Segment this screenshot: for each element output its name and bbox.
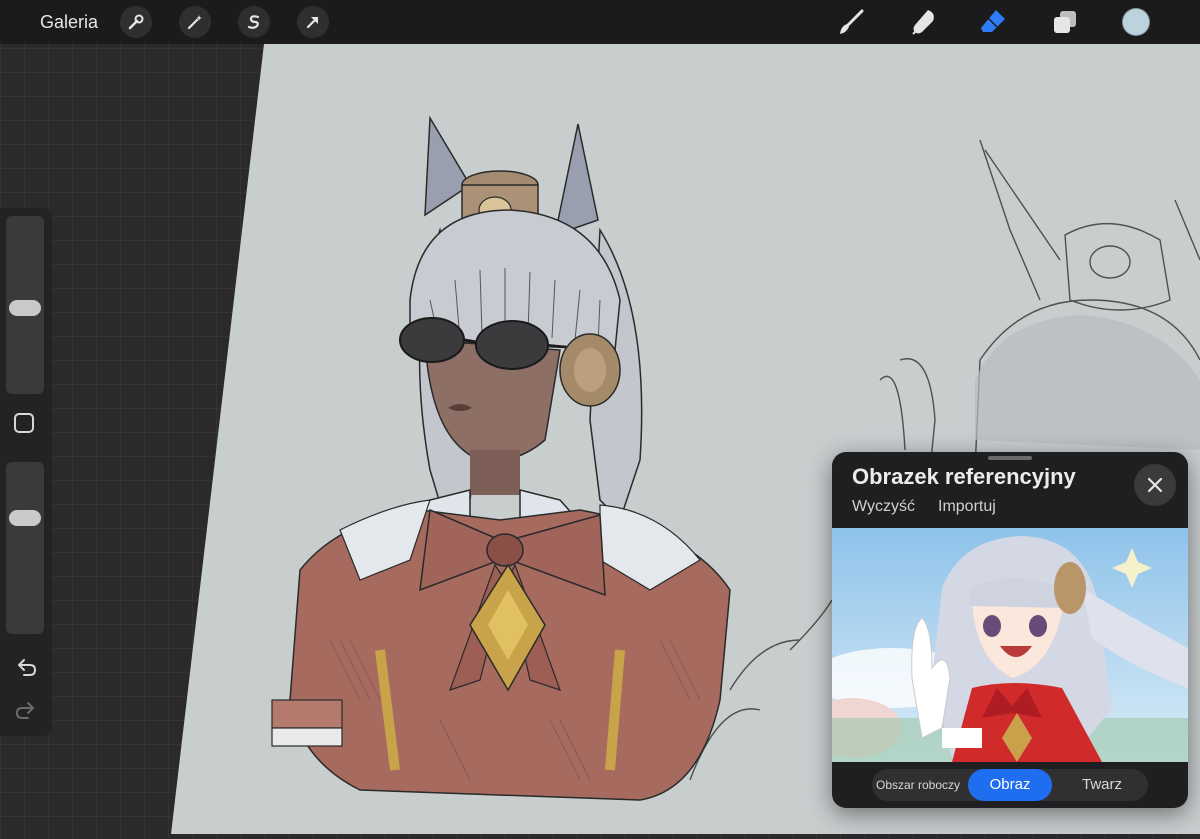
- opacity-thumb[interactable]: [9, 510, 41, 527]
- segment-image[interactable]: Obraz: [968, 769, 1052, 801]
- segment-canvas[interactable]: Obszar roboczy: [872, 769, 964, 801]
- adjustments-button[interactable]: [179, 6, 211, 38]
- layers-icon: [1054, 11, 1076, 33]
- close-button[interactable]: [1134, 464, 1176, 506]
- redo-icon[interactable]: [14, 698, 38, 722]
- brush-tool[interactable]: [834, 5, 868, 39]
- eraser-tool[interactable]: [976, 5, 1010, 39]
- eraser-icon: [981, 10, 1005, 32]
- top-toolbar: Galeria: [0, 0, 1200, 44]
- wrench-icon: [128, 14, 144, 30]
- brush-icon: [840, 9, 864, 34]
- left-sidebar: [0, 208, 52, 736]
- smudge-icon: [912, 10, 934, 35]
- panel-title: Obrazek referencyjny: [852, 464, 1076, 489]
- close-icon: [1147, 477, 1163, 493]
- panel-drag-handle[interactable]: [988, 456, 1032, 460]
- modify-square-icon[interactable]: [14, 413, 34, 433]
- opacity-slider[interactable]: [6, 462, 44, 634]
- magic-wand-icon: [187, 15, 202, 30]
- selection-button[interactable]: [238, 6, 270, 38]
- smudge-tool[interactable]: [906, 5, 940, 39]
- brush-size-slider[interactable]: [6, 216, 44, 394]
- actions-button[interactable]: [120, 6, 152, 38]
- undo-icon[interactable]: [14, 655, 38, 679]
- layers-button[interactable]: [1048, 5, 1082, 39]
- reference-image: [832, 528, 1188, 762]
- transform-arrow-icon: [306, 16, 319, 29]
- import-button[interactable]: Importuj: [938, 498, 996, 516]
- segment-face[interactable]: Twarz: [1056, 769, 1148, 801]
- reference-image-panel[interactable]: Obrazek referencyjny Wyczyść Importuj Ob…: [832, 452, 1188, 808]
- reference-mode-control: Obszar roboczy Obraz Twarz: [872, 769, 1148, 801]
- clear-button[interactable]: Wyczyść: [852, 498, 915, 516]
- brush-size-thumb[interactable]: [9, 300, 41, 317]
- color-picker-swatch[interactable]: [1122, 8, 1150, 36]
- reference-illustration: [832, 528, 1188, 762]
- selection-icon: [247, 15, 260, 29]
- gallery-button[interactable]: Galeria: [40, 12, 98, 33]
- transform-button[interactable]: [297, 6, 329, 38]
